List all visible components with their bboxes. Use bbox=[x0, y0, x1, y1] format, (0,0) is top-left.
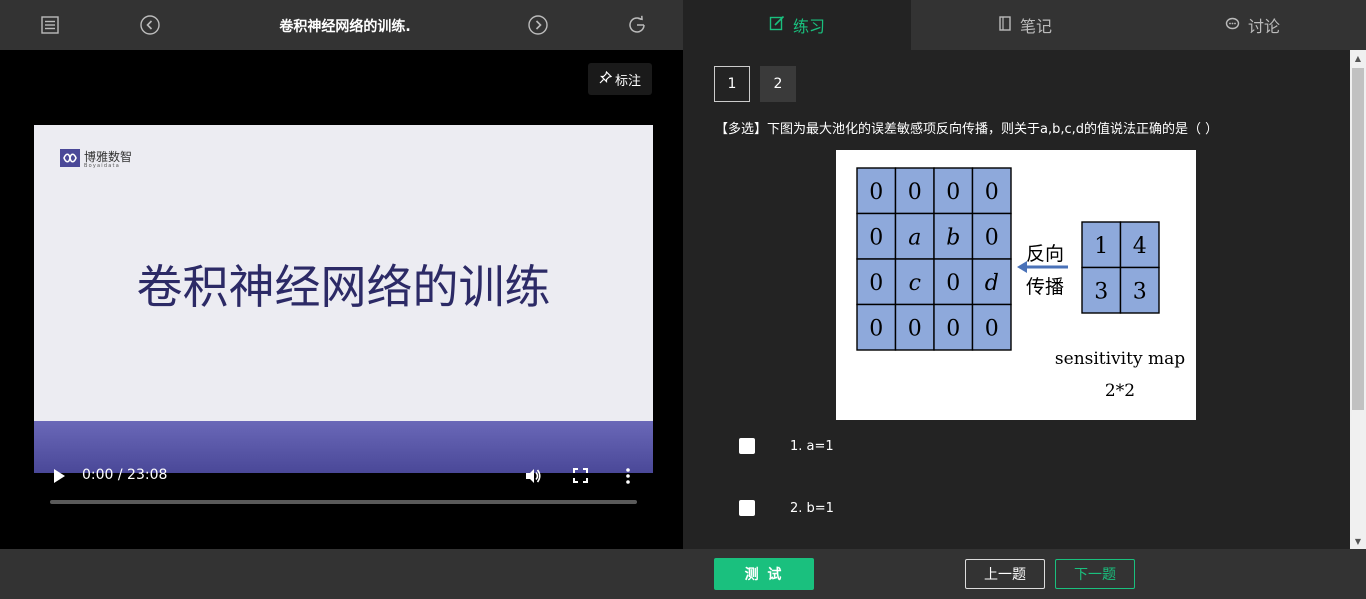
logo-text: 博雅数智 bbox=[84, 150, 133, 164]
grid-cell-value: 0 bbox=[869, 271, 883, 296]
tab-notes-label: 笔记 bbox=[1019, 17, 1052, 36]
sensitivity-cell-value: 1 bbox=[1094, 234, 1108, 259]
option-2-checkbox[interactable] bbox=[739, 500, 755, 516]
grid-cell-value: 0 bbox=[908, 180, 922, 205]
volume-icon[interactable] bbox=[524, 467, 542, 489]
exercise-pane: 练习 笔记 讨论 1 2 【多选】下图为最大池化的误差敏感项反向传播，则关于a,… bbox=[683, 0, 1366, 599]
grid-cell-value: d bbox=[985, 271, 999, 296]
logo-subtext: Boyaidata bbox=[84, 163, 120, 169]
question-text: 【多选】下图为最大池化的误差敏感项反向传播，则关于a,b,c,d的值说法正确的是… bbox=[715, 122, 1219, 137]
grid-cell-value: 0 bbox=[946, 271, 960, 296]
chevron-left-circle-icon[interactable] bbox=[139, 14, 161, 36]
mark-label: 标注 bbox=[614, 73, 641, 89]
video-header: 卷积神经网络的训练. bbox=[0, 0, 683, 50]
next-question-button[interactable]: 下一题 bbox=[1055, 559, 1135, 589]
play-icon[interactable] bbox=[52, 468, 66, 488]
sensitivity-cell-value: 3 bbox=[1094, 279, 1108, 304]
grid-cell-value: 0 bbox=[869, 180, 883, 205]
grid-cell-value: b bbox=[946, 225, 960, 250]
grid-cell-value: 0 bbox=[946, 316, 960, 341]
sensitivity-cell-value: 3 bbox=[1133, 279, 1147, 304]
option-1-checkbox[interactable] bbox=[739, 438, 755, 454]
exercise-footer: 测 试 上一题 下一题 bbox=[683, 549, 1366, 599]
list-icon[interactable] bbox=[39, 14, 61, 36]
question-number-2[interactable]: 2 bbox=[760, 66, 796, 102]
option-2[interactable]: 2. b=1 bbox=[739, 500, 834, 516]
test-button[interactable]: 测 试 bbox=[714, 558, 814, 590]
option-1[interactable]: 1. a=1 bbox=[739, 438, 834, 454]
grid-cell-value: 0 bbox=[985, 225, 999, 250]
left-footer bbox=[0, 549, 683, 599]
lesson-title: 卷积神经网络的训练. bbox=[279, 19, 411, 35]
video-time: 0:00 / 23:08 bbox=[82, 467, 168, 483]
chat-icon bbox=[1225, 16, 1240, 35]
more-options-icon[interactable] bbox=[625, 467, 631, 489]
mark-button[interactable]: 标注 bbox=[588, 63, 652, 95]
chevron-right-circle-icon[interactable] bbox=[527, 14, 549, 36]
grid-cell-value: c bbox=[909, 271, 921, 296]
scroll-down-icon[interactable]: ▼ bbox=[1350, 533, 1366, 549]
sensitivity-cell-value: 4 bbox=[1133, 234, 1147, 259]
prev-question-button[interactable]: 上一题 bbox=[965, 559, 1045, 589]
grid-cell-value: 0 bbox=[869, 225, 883, 250]
arrow-label-2: 传播 bbox=[1026, 276, 1064, 298]
infinity-logo-icon bbox=[60, 149, 80, 171]
question-number-1[interactable]: 1 bbox=[714, 66, 750, 102]
exercise-content: 1 2 【多选】下图为最大池化的误差敏感项反向传播，则关于a,b,c,d的值说法… bbox=[683, 50, 1350, 549]
figure-caption-2: 2*2 bbox=[1105, 381, 1135, 401]
scrollbar[interactable]: ▲ ▼ bbox=[1350, 50, 1366, 549]
scrollbar-thumb[interactable] bbox=[1352, 68, 1364, 410]
slide-title: 卷积神经网络的训练 bbox=[136, 260, 551, 314]
max-pooling-backprop-diagram: 0 0 0 00 a b 00 c 0 d0 0 0 0反向传播1 43 3sensitivity map2… bbox=[856, 167, 1185, 401]
tab-practice-label: 练习 bbox=[792, 17, 825, 36]
grid-cell-value: 0 bbox=[908, 316, 922, 341]
slide-logo: 博雅数智 Boyaidata bbox=[60, 149, 132, 171]
tab-discussion-label: 讨论 bbox=[1247, 17, 1280, 36]
tab-notes[interactable]: 笔记 bbox=[911, 0, 1139, 50]
video-slide: 博雅数智 Boyaidata 卷积神经网络的训练 bbox=[34, 125, 653, 473]
tab-discussion[interactable]: 讨论 bbox=[1139, 0, 1366, 50]
video-progress-bar[interactable] bbox=[50, 500, 637, 504]
grid-cell-value: 0 bbox=[869, 316, 883, 341]
grid-cell-value: 0 bbox=[985, 316, 999, 341]
tab-practice[interactable]: 练习 bbox=[683, 0, 911, 50]
edit-icon bbox=[769, 15, 785, 35]
option-1-label: 1. a=1 bbox=[790, 438, 834, 454]
pin-icon bbox=[599, 70, 613, 88]
tab-bar: 练习 笔记 讨论 bbox=[683, 0, 1366, 50]
refresh-icon[interactable] bbox=[626, 14, 648, 36]
option-2-label: 2. b=1 bbox=[790, 500, 834, 516]
grid-cell-value: 0 bbox=[946, 180, 960, 205]
grid-cell-value: 0 bbox=[985, 180, 999, 205]
arrow-label-1: 反向 bbox=[1026, 243, 1064, 265]
question-figure: 0 0 0 0 0 a b 0 0 c 0 d 0 0 0 0 反向 传播 1 4 3 3 sensitivity map 2… bbox=[836, 150, 1196, 420]
grid-cell-value: a bbox=[908, 225, 921, 250]
fullscreen-icon[interactable] bbox=[573, 468, 588, 487]
notebook-icon bbox=[998, 15, 1012, 35]
video-controls: 0:00 / 23:08 bbox=[34, 458, 653, 494]
figure-caption-1: sensitivity map bbox=[1055, 349, 1185, 369]
scroll-up-icon[interactable]: ▲ bbox=[1350, 50, 1366, 66]
video-pane: 卷积神经网络的训练. 标注 博雅数智 Boyaidata 卷积神经网络的训练 0… bbox=[0, 0, 683, 599]
